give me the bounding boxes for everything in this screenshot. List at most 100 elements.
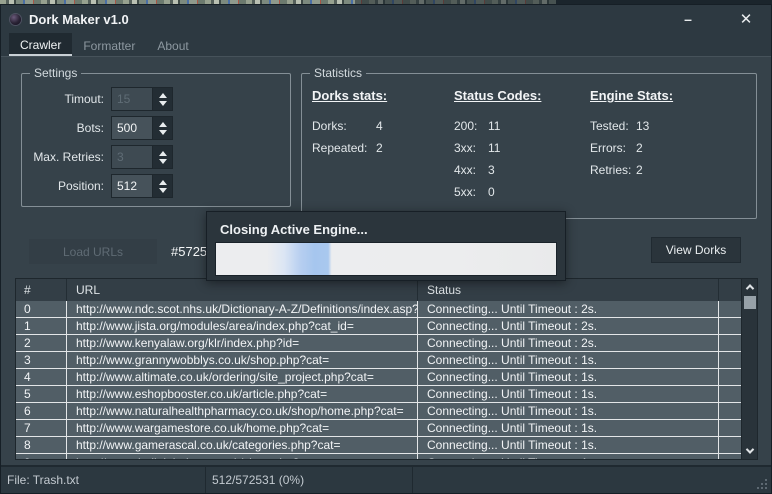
statusbar-progress-label: 512/572531 (0%) [212, 473, 304, 487]
row-status: Connecting... Until Timeout : 2s. [418, 301, 719, 317]
table-scrollbar[interactable] [741, 279, 757, 459]
scrollbar-thumb[interactable] [744, 296, 756, 309]
table-row[interactable]: 3http://www.grannywobblys.co.uk/shop.php… [16, 352, 741, 369]
table-row[interactable]: 2http://www.kenyalaw.org/klr/index.php?i… [16, 335, 741, 352]
position-value[interactable]: 512 [112, 175, 152, 197]
row-index: 0 [16, 301, 67, 317]
table-row[interactable]: 7http://www.wargamestore.co.uk/home.php?… [16, 420, 741, 437]
statusbar-file: File: Trash.txt [1, 467, 206, 493]
statusbar-progress: 512/572531 (0%) [206, 467, 413, 493]
statusbar-filler [413, 467, 771, 493]
stat-row: Retries:2 [590, 159, 673, 181]
resize-grip-icon[interactable] [757, 479, 767, 489]
bots-spinner[interactable]: 500 [111, 116, 173, 140]
stat-row: Repeated:2 [312, 137, 387, 159]
column-header-status[interactable]: Status [418, 279, 719, 301]
table-row[interactable]: 6http://www.naturalhealthpharmacy.co.uk/… [16, 403, 741, 420]
close-icon: ✕ [740, 10, 753, 28]
row-index: 1 [16, 318, 67, 334]
column-header-url[interactable]: URL [67, 279, 418, 301]
stat-row: 200:11 [454, 115, 541, 137]
statusbar-file-label: File: Trash.txt [7, 473, 79, 487]
row-index: 6 [16, 403, 67, 419]
table-row[interactable]: 0http://www.ndc.scot.nhs.uk/Dictionary-A… [16, 301, 741, 318]
table-row[interactable]: 5http://www.eshopbooster.co.uk/article.p… [16, 386, 741, 403]
row-status: Connecting... Until Timeout : 1s. [418, 437, 719, 453]
stat-value: 11 [488, 119, 500, 133]
row-extra [719, 335, 741, 351]
table-row-partial[interactable]: 9http://www.thelittlebakery.co.uk/shop.p… [16, 454, 741, 459]
row-url: http://www.thelittlebakery.co.uk/shop.ph… [67, 454, 418, 459]
bots-label: Bots: [22, 121, 104, 135]
chevron-down-icon [746, 445, 754, 453]
row-index: 3 [16, 352, 67, 368]
position-spin-buttons[interactable] [152, 175, 172, 197]
stats-column-engine-stats: Engine Stats:Tested:13Errors:2Retries:2 [590, 88, 673, 181]
tab-crawler[interactable]: Crawler [9, 33, 72, 56]
dorks-stats-header: Dorks stats: [312, 88, 387, 103]
url-table: #URLStatus0http://www.ndc.scot.nhs.uk/Di… [15, 278, 758, 460]
minimize-button[interactable]: – [671, 5, 705, 33]
spin-up-icon [159, 151, 167, 156]
row-status: Connecting... Until Timeout : 1s. [418, 369, 719, 385]
setting-row-bots: Bots: 500 [22, 116, 290, 140]
view-dorks-button[interactable]: View Dorks [651, 237, 741, 263]
status-bar: File: Trash.txt 512/572531 (0%) [1, 465, 771, 493]
stat-label: Tested: [590, 119, 636, 133]
status-codes-header: Status Codes: [454, 88, 541, 103]
timeout-value: 15 [112, 88, 152, 110]
spin-up-icon[interactable] [159, 122, 167, 127]
row-url: http://www.wargamestore.co.uk/home.php?c… [67, 420, 418, 436]
spin-up-icon [159, 93, 167, 98]
scroll-down-button[interactable] [742, 443, 758, 459]
row-status: Connecting... Until Timeout : 2s. [418, 335, 719, 351]
spin-up-icon[interactable] [159, 180, 167, 185]
stat-label: 4xx: [454, 163, 488, 177]
max-retries-label: Max. Retries: [22, 150, 104, 164]
stat-row: 3xx:11 [454, 137, 541, 159]
table-row[interactable]: 4http://www.altimate.co.uk/ordering/site… [16, 369, 741, 386]
setting-row-position: Position: 512 [22, 174, 290, 198]
row-extra [719, 318, 741, 334]
row-index: 4 [16, 369, 67, 385]
column-header-index[interactable]: # [16, 279, 67, 301]
row-url: http://www.ndc.scot.nhs.uk/Dictionary-A-… [67, 301, 418, 317]
row-url: http://www.naturalhealthpharmacy.co.uk/s… [67, 403, 418, 419]
scroll-up-button[interactable] [742, 279, 758, 295]
table-row[interactable]: 1http://www.jista.org/modules/area/index… [16, 318, 741, 335]
spin-down-icon[interactable] [159, 188, 167, 193]
spin-down-icon [159, 159, 167, 164]
spin-down-icon[interactable] [159, 130, 167, 135]
marquee-progressbar [215, 242, 557, 276]
spin-down-icon [159, 101, 167, 106]
stat-value: 11 [488, 141, 500, 155]
app-window: Dork Maker v1.0 – ✕ CrawlerFormatterAbou… [0, 4, 772, 494]
stat-value: 2 [636, 141, 643, 155]
stat-row: 4xx:3 [454, 159, 541, 181]
stat-label: 5xx: [454, 185, 488, 199]
position-label: Position: [22, 179, 104, 193]
titlebar: Dork Maker v1.0 – ✕ [1, 5, 771, 33]
stat-label: Retries: [590, 163, 636, 177]
stat-value: 0 [488, 185, 495, 199]
stat-row: Errors:2 [590, 137, 673, 159]
position-spinner[interactable]: 512 [111, 174, 173, 198]
timeout-spinner: 15 [111, 87, 173, 111]
row-url: http://www.gamerascal.co.uk/categories.p… [67, 437, 418, 453]
row-index: 7 [16, 420, 67, 436]
window-title: Dork Maker v1.0 [29, 12, 129, 27]
table-header-row: #URLStatus [16, 279, 741, 301]
bots-value[interactable]: 500 [112, 117, 152, 139]
row-status: Connecting... Until Timeout : 1s. [418, 454, 719, 459]
bots-spin-buttons[interactable] [152, 117, 172, 139]
stat-value: 4 [376, 119, 383, 133]
table-row[interactable]: 8http://www.gamerascal.co.uk/categories.… [16, 437, 741, 454]
row-extra [719, 369, 741, 385]
tab-formatter[interactable]: Formatter [72, 33, 146, 56]
tab-about[interactable]: About [146, 33, 199, 56]
setting-row-timeout: Timout:15 [22, 87, 290, 111]
timeout-spin-buttons [152, 88, 172, 110]
close-button[interactable]: ✕ [729, 5, 763, 33]
settings-group-title: Settings [30, 66, 81, 80]
view-dorks-label: View Dorks [666, 243, 726, 257]
